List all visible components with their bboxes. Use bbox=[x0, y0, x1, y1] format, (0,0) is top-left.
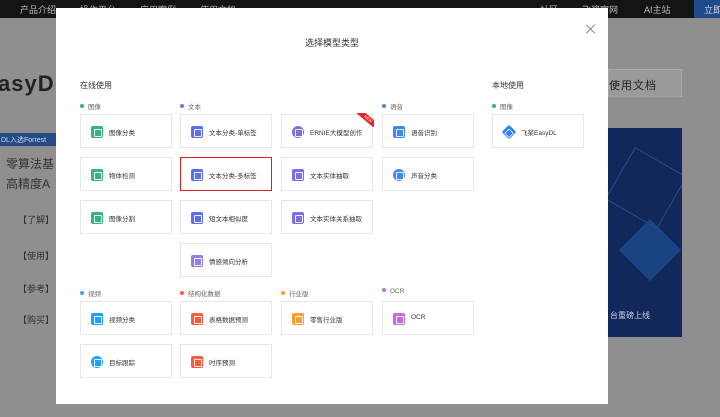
background-line-1: 零算法基 bbox=[6, 157, 55, 171]
sound-icon bbox=[393, 169, 405, 181]
card-paddle-easydl[interactable]: 飞桨EasyDL bbox=[492, 114, 584, 148]
ernie-icon bbox=[292, 126, 304, 138]
chart-icon bbox=[191, 356, 203, 368]
video-icon bbox=[91, 313, 103, 325]
background-doc-button: 使用文档 bbox=[608, 69, 682, 97]
category-local-image: 图像 bbox=[492, 101, 513, 111]
nav-ai-studio: AI主站 bbox=[644, 5, 671, 15]
text-icon bbox=[191, 169, 203, 181]
card-ernie[interactable]: ERNIE大模型创作 NEW bbox=[281, 113, 374, 148]
card-short-text-similarity[interactable]: 短文本相似度 bbox=[180, 200, 272, 234]
text-icon bbox=[191, 126, 203, 138]
card-ocr[interactable]: OCR bbox=[382, 301, 474, 335]
modal-title: 选择模型类型 bbox=[304, 38, 359, 48]
card-retail-industry[interactable]: 零售行业版 bbox=[281, 301, 373, 335]
background-banner: 台重磅上线 bbox=[608, 128, 682, 337]
background-side-item: 【购买】 bbox=[18, 315, 55, 325]
category-image: 图像 bbox=[80, 101, 101, 111]
entity-icon bbox=[292, 169, 304, 181]
online-section-title: 在线使用 bbox=[80, 81, 112, 90]
card-sentiment-analysis[interactable]: 情感倾向分析 bbox=[180, 243, 272, 277]
card-time-series[interactable]: 时序预测 bbox=[180, 344, 272, 378]
retail-icon bbox=[292, 313, 304, 325]
background-line-2: 高精度A bbox=[6, 177, 51, 191]
banner-caption: 台重磅上线 bbox=[610, 311, 650, 320]
segment-icon bbox=[91, 212, 103, 224]
card-target-tracking[interactable]: 目标跟踪 bbox=[80, 344, 172, 378]
card-text-multi-label[interactable]: 文本分类-多标签 bbox=[180, 157, 272, 191]
background-side-item: 【使用】 bbox=[18, 251, 55, 261]
doc-icon bbox=[191, 212, 203, 224]
sentiment-icon bbox=[191, 255, 203, 267]
card-image-classify[interactable]: 图像分类 bbox=[80, 114, 172, 148]
new-badge: NEW bbox=[356, 113, 374, 127]
card-text-single-label[interactable]: 文本分类-单标签 bbox=[180, 114, 272, 148]
card-sound-classify[interactable]: 声音分类 bbox=[382, 157, 474, 191]
category-ocr: OCR bbox=[382, 288, 404, 295]
model-type-modal: 选择模型类型 在线使用 本地使用 图像 文本 语音 图像 视频 结构化数据 行业… bbox=[56, 8, 608, 404]
nav-product-intro: 产品介绍 bbox=[20, 5, 57, 15]
detect-icon bbox=[91, 169, 103, 181]
background-side-item: 【了解】 bbox=[18, 215, 55, 225]
local-section-title: 本地使用 bbox=[492, 81, 524, 90]
card-speech-recognition[interactable]: 语音识别 bbox=[382, 114, 474, 148]
relation-icon bbox=[292, 212, 304, 224]
card-relation-extraction[interactable]: 文本实体关系抽取 bbox=[281, 200, 373, 234]
ocr-icon bbox=[393, 313, 405, 325]
category-structured: 结构化数据 bbox=[180, 288, 221, 298]
category-industry: 行业版 bbox=[281, 288, 309, 298]
table-icon bbox=[191, 313, 203, 325]
card-entity-extraction[interactable]: 文本实体抽取 bbox=[281, 157, 373, 191]
cube-icon bbox=[501, 124, 517, 140]
card-object-detect[interactable]: 物体检测 bbox=[80, 157, 172, 191]
category-text: 文本 bbox=[180, 101, 201, 111]
card-video-classify[interactable]: 视频分类 bbox=[80, 301, 172, 335]
category-video: 视频 bbox=[80, 288, 101, 298]
microphone-icon bbox=[393, 126, 405, 138]
background-side-item: 【参考】 bbox=[18, 284, 55, 294]
card-table-prediction[interactable]: 表格数据预测 bbox=[180, 301, 272, 335]
image-icon bbox=[91, 126, 103, 138]
target-icon bbox=[91, 356, 103, 368]
background-tag: DL入选Forrest bbox=[0, 133, 56, 146]
category-audio: 语音 bbox=[382, 101, 403, 111]
nav-free-button: 立即 bbox=[694, 0, 720, 18]
close-icon[interactable] bbox=[584, 23, 598, 37]
card-image-segment[interactable]: 图像分割 bbox=[80, 200, 172, 234]
